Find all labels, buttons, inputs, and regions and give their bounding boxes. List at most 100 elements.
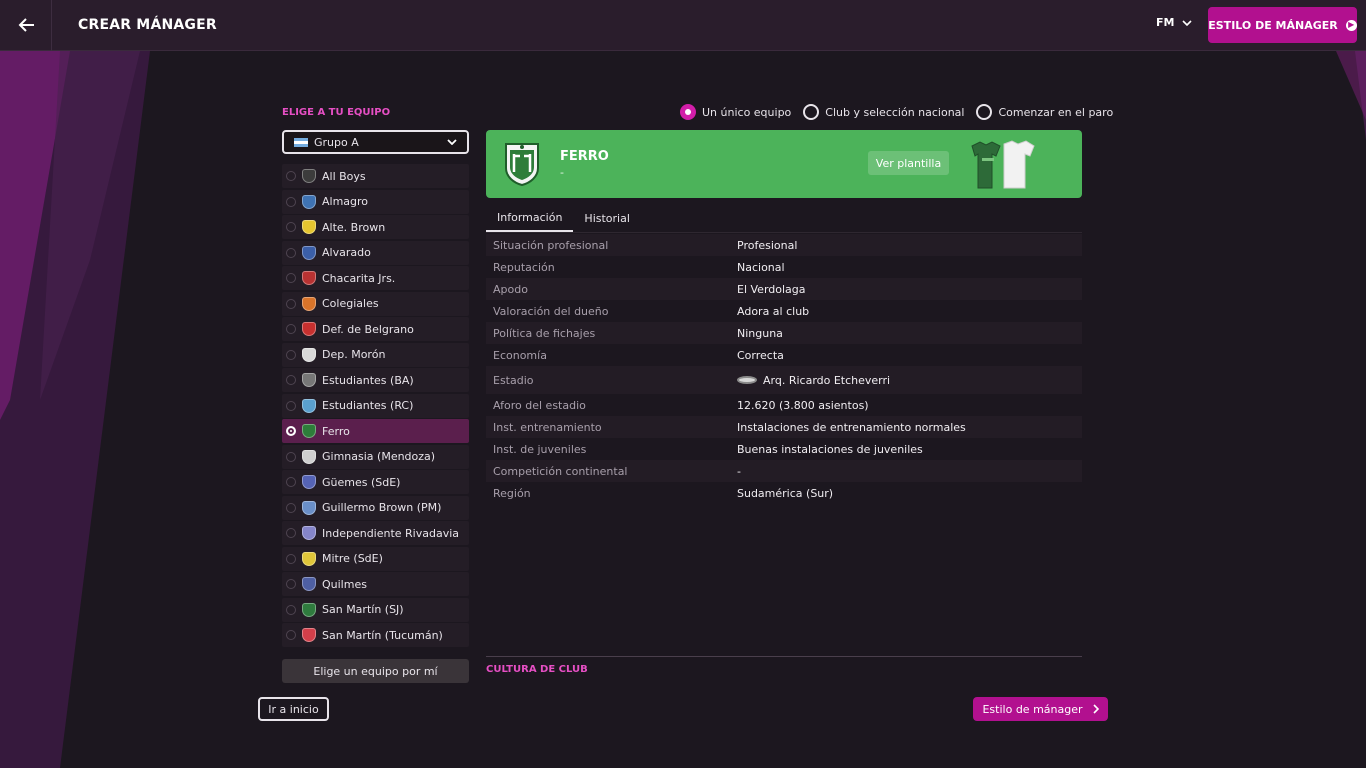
info-value: Buenas instalaciones de juveniles [737, 443, 923, 456]
team-radio[interactable] [286, 349, 296, 360]
team-radio[interactable] [286, 477, 296, 487]
team-radio[interactable] [286, 604, 296, 615]
fm-menu[interactable]: FM [1156, 16, 1193, 29]
team-radio[interactable] [286, 324, 296, 334]
mode-option[interactable]: Un único equipo [680, 104, 791, 120]
team-crest-icon [302, 424, 316, 438]
page-title: CREAR MÁNAGER [78, 17, 217, 33]
team-item[interactable]: Mitre (SdE) [282, 546, 469, 571]
info-label: Política de fichajes [493, 326, 596, 340]
view-squad-button[interactable]: Ver plantilla [868, 151, 949, 175]
team-item[interactable]: Dep. Morón [282, 342, 469, 367]
team-item[interactable]: Estudiantes (BA) [282, 368, 469, 392]
info-row: Apodo El Verdolaga [486, 278, 1082, 300]
info-row: Aforo del estadio 12.620 (3.800 asientos) [486, 394, 1082, 416]
info-row: Inst. de juveniles Buenas instalaciones d… [486, 438, 1082, 460]
team-radio[interactable] [286, 298, 296, 309]
info-label: Aforo del estadio [493, 398, 586, 412]
team-item[interactable]: Independiente Rivadavia [282, 521, 469, 545]
club-crest-icon [505, 143, 539, 186]
chevron-down-icon [1182, 19, 1193, 26]
team-radio[interactable] [286, 400, 296, 411]
arrow-left-icon [18, 18, 34, 32]
team-radio[interactable] [286, 579, 296, 589]
team-radio[interactable] [286, 502, 296, 513]
team-radio[interactable] [286, 630, 296, 640]
team-item[interactable]: Quilmes [282, 572, 469, 596]
team-radio[interactable] [286, 426, 296, 436]
random-team-button[interactable]: Elige un equipo por mí [282, 659, 469, 683]
team-item[interactable]: Alvarado [282, 240, 469, 265]
club-info-table: Situación profesional Profesional Reputaci… [486, 234, 1082, 504]
argentina-flag-icon [294, 137, 308, 147]
team-crest-icon [302, 271, 316, 285]
info-value-text: Adora al club [737, 304, 810, 318]
info-label: Reputación [493, 260, 555, 274]
team-crest-icon [302, 551, 316, 566]
team-crest-icon [302, 526, 316, 540]
tab-1[interactable]: Historial [573, 204, 640, 232]
group-select[interactable]: Grupo A [282, 130, 469, 154]
mode-label: Club y selección nacional [825, 105, 965, 119]
team-name: San Martín (Tucumán) [322, 628, 443, 642]
team-name: Colegiales [322, 297, 379, 310]
info-row: Competición continental - [486, 460, 1082, 482]
culture-divider [486, 656, 1082, 657]
mode-label: Un único equipo [702, 105, 792, 119]
team-item[interactable]: Chacarita Jrs. [282, 266, 469, 290]
team-item[interactable]: Ferro [282, 419, 469, 443]
mode-option[interactable]: Club y selección nacional [803, 104, 964, 120]
team-item[interactable]: San Martín (Tucumán) [282, 623, 469, 647]
mode-radio[interactable] [680, 104, 696, 120]
info-value: Arq. Ricardo Etcheverri [737, 374, 890, 387]
mode-radio[interactable] [803, 104, 820, 120]
manager-style-button[interactable]: Estilo de mánager [973, 697, 1108, 721]
info-value: 12.620 (3.800 asientos) [737, 399, 869, 412]
team-name: San Martín (SJ) [322, 603, 404, 616]
team-item[interactable]: All Boys [282, 164, 469, 188]
team-crest-icon [302, 245, 316, 260]
team-item[interactable]: Colegiales [282, 291, 469, 316]
team-item[interactable]: Almagro [282, 189, 469, 214]
team-radio[interactable] [286, 171, 296, 181]
team-radio[interactable] [286, 553, 296, 564]
team-item[interactable]: San Martín (SJ) [282, 597, 469, 622]
choose-team-label: ELIGE A TU EQUIPO [282, 107, 391, 118]
team-radio[interactable] [286, 196, 296, 207]
info-value: El Verdolaga [737, 283, 806, 296]
team-item[interactable]: Alte. Brown [282, 215, 469, 239]
team-item[interactable]: Estudiantes (RC) [282, 393, 469, 418]
team-radio[interactable] [286, 222, 296, 232]
team-radio[interactable] [286, 273, 296, 283]
info-value: - [737, 465, 741, 478]
team-item[interactable]: Def. de Belgrano [282, 317, 469, 341]
mode-option[interactable]: Comenzar en el paro [976, 104, 1113, 120]
info-label: Situación profesional [493, 238, 609, 252]
team-item[interactable]: Güemes (SdE) [282, 470, 469, 494]
team-radio[interactable] [286, 375, 296, 385]
back-button[interactable] [0, 0, 52, 51]
team-name: Almagro [322, 195, 369, 208]
club-culture-label: CULTURA DE CLUB [486, 664, 588, 675]
info-label: Competición continental [493, 464, 628, 478]
club-name: FERRO [560, 149, 609, 164]
club-tabs: Información Historial [486, 204, 641, 232]
info-row: Región Sudamérica (Sur) [486, 482, 1082, 504]
info-value: Ninguna [737, 327, 783, 340]
mode-radio[interactable] [976, 104, 993, 120]
team-radio[interactable] [286, 528, 296, 538]
team-name: Alte. Brown [322, 220, 386, 234]
team-radio[interactable] [286, 247, 296, 258]
go-home-button[interactable]: Ir a inicio [258, 697, 329, 721]
team-item[interactable]: Guillermo Brown (PM) [282, 495, 469, 520]
team-radio[interactable] [286, 451, 296, 462]
team-crest-icon [302, 347, 316, 362]
tab-0[interactable]: Información [486, 204, 574, 232]
chevron-down-icon [447, 137, 457, 148]
team-item[interactable]: Gimnasia (Mendoza) [282, 444, 469, 469]
info-label: Inst. de juveniles [493, 442, 587, 456]
team-crest-icon [302, 322, 316, 336]
info-value-text: Correcta [737, 348, 784, 362]
manager-style-top-button[interactable]: ESTILO DE MÁNAGER ▶ [1208, 7, 1357, 43]
team-name: Güemes (SdE) [322, 475, 401, 489]
